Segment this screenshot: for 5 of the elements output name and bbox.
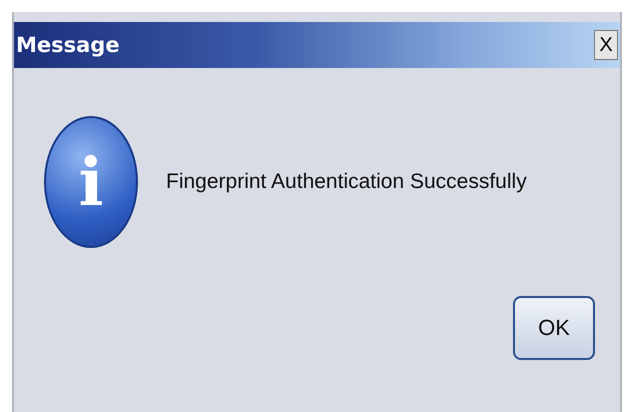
message-text: Fingerprint Authentication Successfully — [166, 170, 527, 194]
ok-button[interactable]: OK — [513, 296, 595, 360]
info-icon: i — [44, 116, 138, 248]
close-button[interactable]: X — [594, 30, 618, 60]
window-title: Message — [16, 33, 120, 57]
